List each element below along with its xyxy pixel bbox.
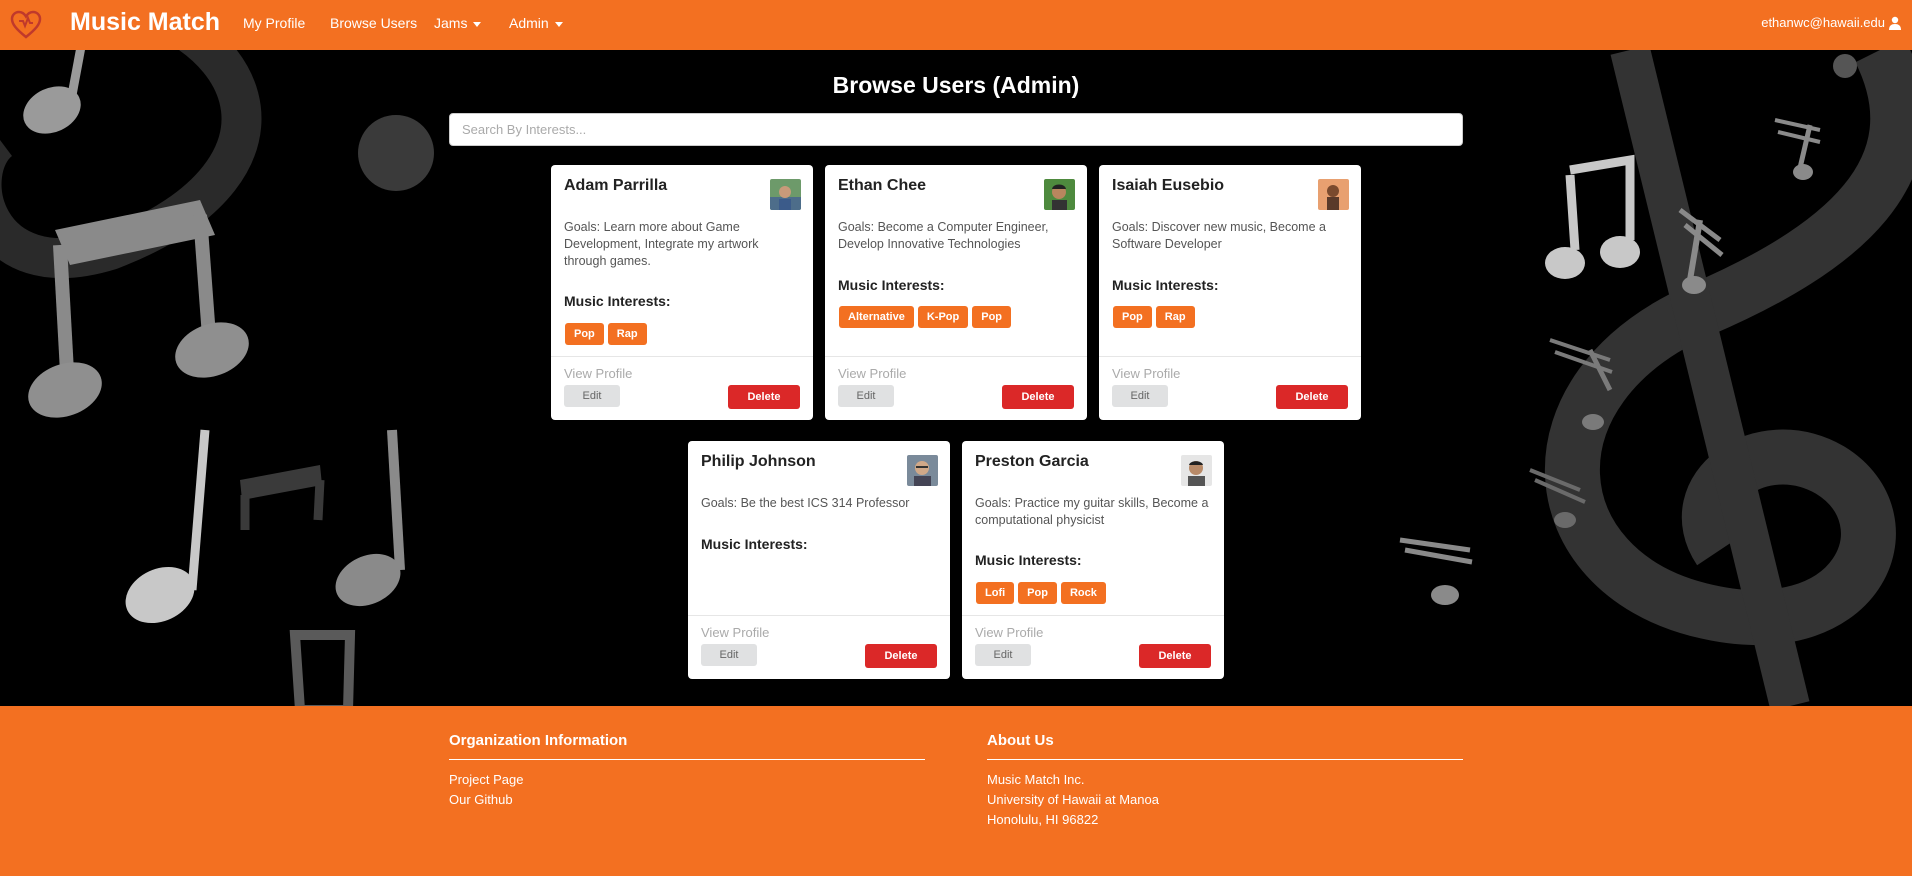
view-profile-link[interactable]: View Profile xyxy=(838,366,906,381)
music-interests-label: Music Interests: xyxy=(1112,277,1219,293)
view-profile-link[interactable]: View Profile xyxy=(701,625,769,640)
music-interests-label: Music Interests: xyxy=(975,552,1082,568)
edit-button[interactable]: Edit xyxy=(975,644,1031,666)
edit-button[interactable]: Edit xyxy=(1112,385,1168,407)
user-name: Isaiah Eusebio xyxy=(1112,177,1225,194)
interest-tags: Lofi Pop Rock xyxy=(976,582,1106,604)
nav-my-profile[interactable]: My Profile xyxy=(243,15,305,31)
page-title: Browse Users (Admin) xyxy=(832,72,1080,98)
user-goals: Goals: Learn more about Game Development… xyxy=(564,220,759,268)
heart-logo-icon[interactable] xyxy=(10,9,42,41)
project-page-link[interactable]: Project Page xyxy=(449,770,925,790)
interest-tag: Lofi xyxy=(976,582,1015,604)
chevron-down-icon xyxy=(473,21,482,27)
nav-browse-users[interactable]: Browse Users xyxy=(330,15,417,31)
footer: Organization Information Project Page Ou… xyxy=(0,706,1912,876)
interest-tag: Pop xyxy=(565,323,604,345)
user-name: Preston Garcia xyxy=(975,453,1089,470)
interest-tag: Rock xyxy=(1060,582,1106,604)
avatar xyxy=(1181,455,1212,486)
footer-org-section: Organization Information Project Page Ou… xyxy=(449,732,925,810)
user-name: Philip Johnson xyxy=(701,453,816,470)
footer-address: Honolulu, HI 96822 xyxy=(987,812,1099,827)
navbar: Music Match My Profile Browse Users Jams… xyxy=(0,0,1912,50)
user-goals: Goals: Practice my guitar skills, Become… xyxy=(975,496,1209,527)
nav-jams-dropdown[interactable]: Jams xyxy=(434,15,482,31)
view-profile-link[interactable]: View Profile xyxy=(1112,366,1180,381)
card-footer: View Profile Edit Delete xyxy=(962,615,1224,679)
interest-tags: Alternative K-Pop Pop xyxy=(839,306,1012,328)
interest-tags: Pop Rap xyxy=(1113,306,1195,328)
delete-button[interactable]: Delete xyxy=(865,644,937,668)
view-profile-link[interactable]: View Profile xyxy=(564,366,632,381)
interest-tag: K-Pop xyxy=(917,306,969,328)
delete-button[interactable]: Delete xyxy=(1276,385,1348,409)
user-email: ethanwc@hawaii.edu xyxy=(1761,15,1885,30)
footer-company: Music Match Inc. xyxy=(987,772,1085,787)
search-input[interactable] xyxy=(449,113,1463,146)
user-goals: Goals: Discover new music, Become a Soft… xyxy=(1112,220,1326,251)
nav-admin-label: Admin xyxy=(509,15,549,31)
interest-tag: Alternative xyxy=(839,306,914,328)
avatar xyxy=(1044,179,1075,210)
user-goals: Goals: Become a Computer Engineer, Devel… xyxy=(838,220,1049,251)
user-card: Ethan Chee Goals: Become a Computer Engi… xyxy=(825,165,1087,420)
footer-university: University of Hawaii at Manoa xyxy=(987,792,1159,807)
avatar xyxy=(907,455,938,486)
user-card: Preston Garcia Goals: Practice my guitar… xyxy=(962,441,1224,679)
interest-tags: Pop Rap xyxy=(565,323,647,345)
user-card: Isaiah Eusebio Goals: Discover new music… xyxy=(1099,165,1361,420)
user-name: Ethan Chee xyxy=(838,177,927,194)
user-card: Adam Parrilla Goals: Learn more about Ga… xyxy=(551,165,813,420)
footer-about-section: About Us Music Match Inc. University of … xyxy=(987,732,1463,830)
avatar xyxy=(1318,179,1349,210)
github-link[interactable]: Our Github xyxy=(449,790,925,810)
delete-button[interactable]: Delete xyxy=(1139,644,1211,668)
interest-tag: Pop xyxy=(972,306,1012,328)
footer-org-title: Organization Information xyxy=(449,732,925,760)
edit-button[interactable]: Edit xyxy=(838,385,894,407)
view-profile-link[interactable]: View Profile xyxy=(975,625,1043,640)
delete-button[interactable]: Delete xyxy=(1002,385,1074,409)
music-interests-label: Music Interests: xyxy=(701,536,808,552)
brand-title[interactable]: Music Match xyxy=(70,8,220,37)
music-interests-label: Music Interests: xyxy=(838,277,945,293)
card-footer: View Profile Edit Delete xyxy=(825,356,1087,420)
user-menu[interactable]: ethanwc@hawaii.edu xyxy=(1761,15,1902,30)
user-goals: Goals: Be the best ICS 314 Professor xyxy=(701,496,910,510)
chevron-down-icon xyxy=(554,21,563,27)
user-name: Adam Parrilla xyxy=(564,177,668,194)
nav-admin-dropdown[interactable]: Admin xyxy=(509,15,563,31)
delete-button[interactable]: Delete xyxy=(728,385,800,409)
music-interests-label: Music Interests: xyxy=(564,293,671,309)
interest-tag: Pop xyxy=(1113,306,1152,328)
interest-tag: Pop xyxy=(1018,582,1057,604)
card-footer: View Profile Edit Delete xyxy=(1099,356,1361,420)
edit-button[interactable]: Edit xyxy=(564,385,620,407)
edit-button[interactable]: Edit xyxy=(701,644,757,666)
nav-jams-label: Jams xyxy=(434,15,468,31)
user-icon xyxy=(1889,16,1901,30)
footer-about-title: About Us xyxy=(987,732,1463,760)
interest-tag: Rap xyxy=(1155,306,1195,328)
card-footer: View Profile Edit Delete xyxy=(551,356,813,420)
user-card: Philip Johnson Goals: Be the best ICS 31… xyxy=(688,441,950,679)
avatar xyxy=(770,179,801,210)
interest-tag: Rap xyxy=(607,323,647,345)
card-footer: View Profile Edit Delete xyxy=(688,615,950,679)
